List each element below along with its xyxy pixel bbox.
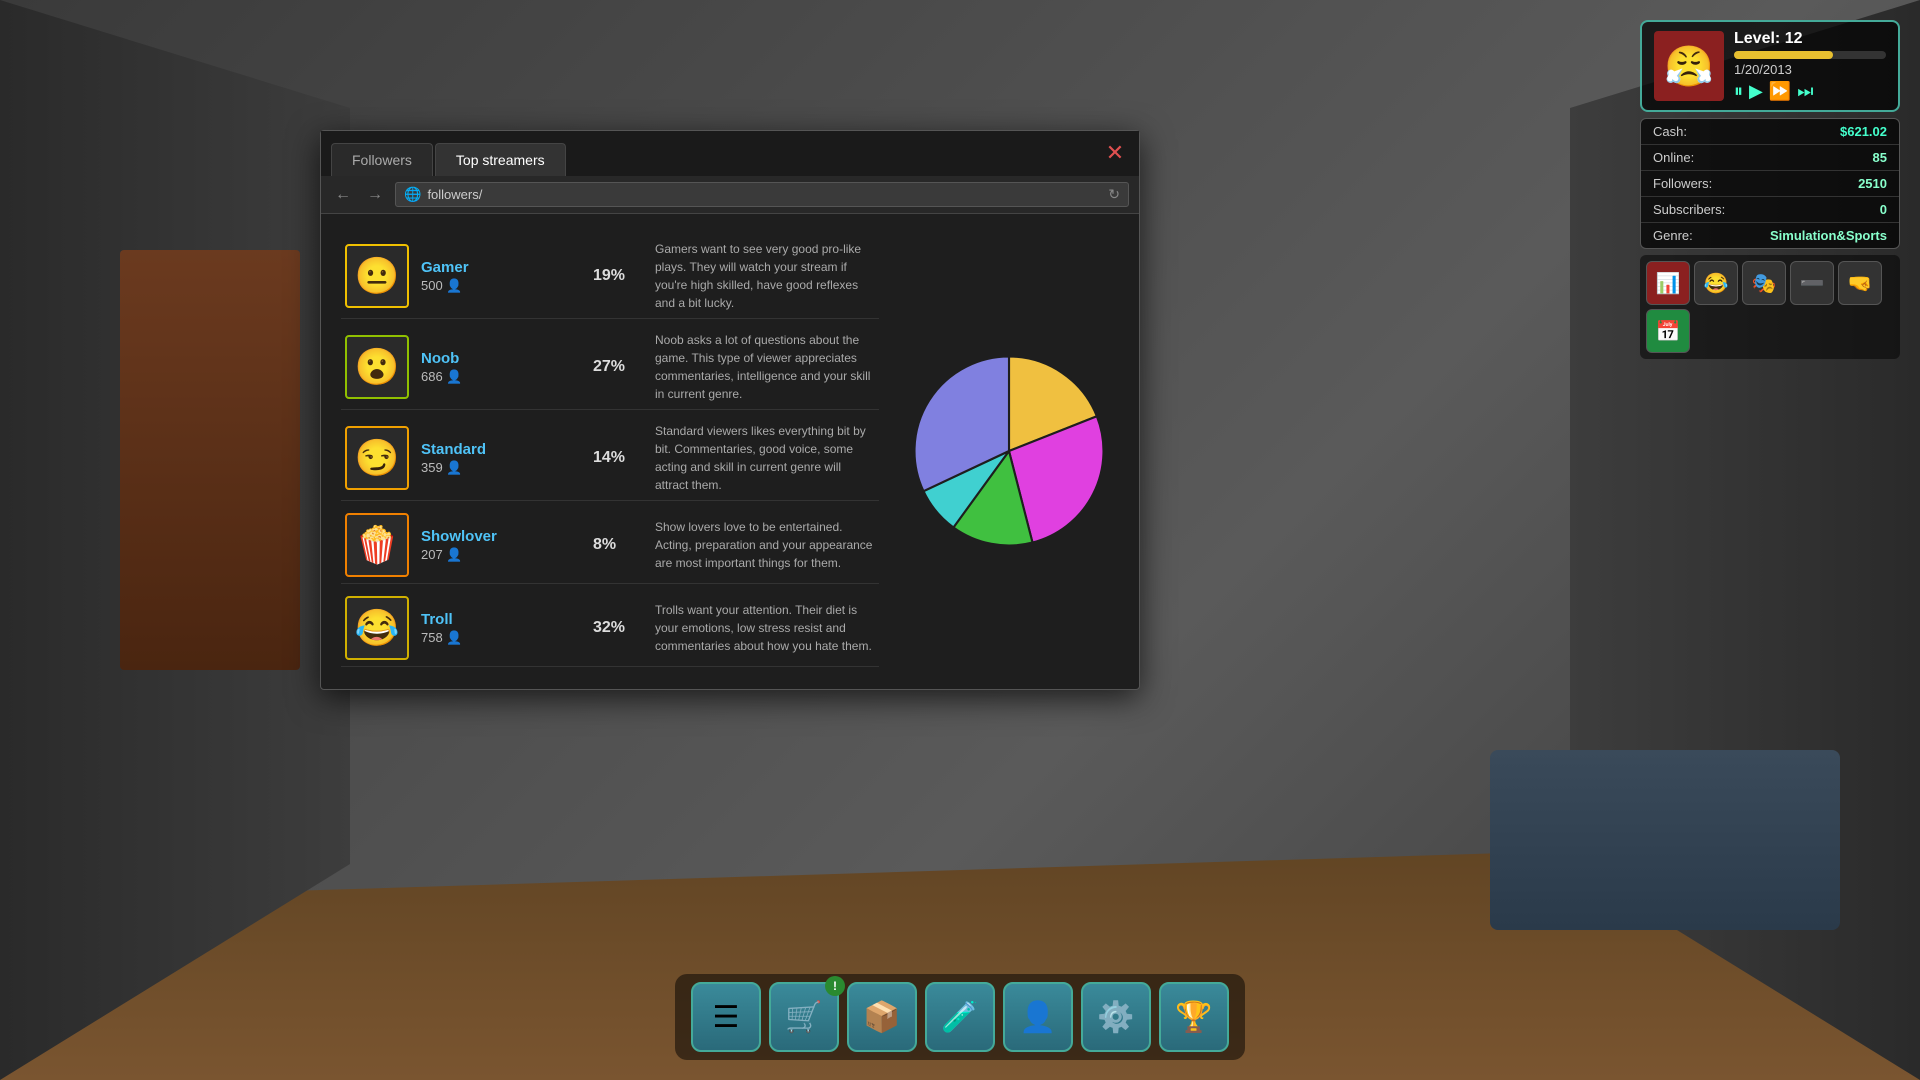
player-info: Level: 12 1/20/2013 ⏸ ▶ ⏩ ⏭: [1734, 30, 1886, 102]
genre-value: Simulation&Sports: [1770, 228, 1887, 243]
player-avatar-emoji: 😤: [1664, 43, 1714, 90]
follower-pct-troll: 32%: [593, 619, 643, 637]
follower-avatar-standard: 😏: [345, 426, 409, 490]
follower-info-noob: Noob 686 👤: [421, 350, 581, 385]
follower-item-gamer: 😐 Gamer 500 👤 19% Gamers want to see ver…: [341, 234, 879, 319]
follower-item-showlover: 🍿 Showlover 207 👤 8% Show lovers love to…: [341, 507, 879, 584]
online-value: 85: [1873, 150, 1887, 165]
hud-tool-minus[interactable]: ➖: [1790, 261, 1834, 305]
follower-count-gamer: 500 👤: [421, 278, 581, 294]
pie-chart-container: [899, 234, 1119, 667]
follower-info-showlover: Showlover 207 👤: [421, 528, 581, 563]
globe-icon: 🌐: [404, 186, 421, 203]
player-card: 😤 Level: 12 1/20/2013 ⏸ ▶ ⏩ ⏭: [1640, 20, 1900, 112]
follower-avatar-gamer: 😐: [345, 244, 409, 308]
refresh-button[interactable]: ↻: [1108, 186, 1120, 203]
follower-desc-showlover: Show lovers love to be entertained. Acti…: [655, 518, 875, 572]
follower-count-standard: 359 👤: [421, 460, 581, 476]
hud-toolbar: 📊😂🎭➖🤜 📅: [1640, 255, 1900, 359]
follower-avatar-troll: 😂: [345, 596, 409, 660]
follower-pct-showlover: 8%: [593, 536, 643, 554]
stat-subscribers: Subscribers: 0: [1641, 197, 1899, 223]
main-dialog: Followers Top streamers ✕ ← → 🌐 follower…: [320, 130, 1140, 690]
hud-tool-chart[interactable]: 📊: [1646, 261, 1690, 305]
wardrobe: [120, 250, 300, 670]
player-controls: ⏸ ▶ ⏩ ⏭: [1734, 81, 1886, 102]
follower-count-noob: 686 👤: [421, 369, 581, 385]
player-avatar: 😤: [1654, 31, 1724, 101]
follower-info-standard: Standard 359 👤: [421, 441, 581, 476]
bottom-btn-lab[interactable]: 🧪: [925, 982, 995, 1052]
follower-desc-standard: Standard viewers likes everything bit by…: [655, 422, 875, 494]
subscribers-value: 0: [1880, 202, 1887, 217]
follower-name-troll: Troll: [421, 611, 581, 628]
pause-button[interactable]: ⏸: [1734, 81, 1743, 102]
stat-genre: Genre: Simulation&Sports: [1641, 223, 1899, 248]
forward-button[interactable]: →: [363, 183, 387, 207]
follower-desc-troll: Trolls want your attention. Their diet i…: [655, 601, 875, 655]
follower-count-showlover: 207 👤: [421, 547, 581, 563]
follower-name-noob: Noob: [421, 350, 581, 367]
follower-avatar-showlover: 🍿: [345, 513, 409, 577]
content-area: 😐 Gamer 500 👤 19% Gamers want to see ver…: [321, 214, 1139, 687]
skip-button[interactable]: ⏭: [1797, 81, 1813, 102]
couch: [1490, 750, 1840, 930]
followers-value: 2510: [1858, 176, 1887, 191]
bottom-btn-list[interactable]: ☰: [691, 982, 761, 1052]
close-button[interactable]: ✕: [1101, 139, 1129, 167]
pie-chart: [904, 346, 1114, 556]
follower-desc-gamer: Gamers want to see very good pro-like pl…: [655, 240, 875, 312]
play-button[interactable]: ▶: [1749, 81, 1763, 102]
bottom-btn-person[interactable]: 👤: [1003, 982, 1073, 1052]
follower-name-showlover: Showlover: [421, 528, 581, 545]
hud-panel: 😤 Level: 12 1/20/2013 ⏸ ▶ ⏩ ⏭ Cash: $621…: [1640, 20, 1900, 359]
cash-value: $621.02: [1840, 124, 1887, 139]
stat-online: Online: 85: [1641, 145, 1899, 171]
cash-label: Cash:: [1653, 124, 1687, 139]
tab-followers[interactable]: Followers: [331, 143, 433, 176]
follower-name-gamer: Gamer: [421, 259, 581, 276]
stat-cash: Cash: $621.02: [1641, 119, 1899, 145]
genre-label: Genre:: [1653, 228, 1693, 243]
follower-pct-standard: 14%: [593, 449, 643, 467]
bottom-btn-shop[interactable]: 🛒!: [769, 982, 839, 1052]
follower-avatar-noob: 😮: [345, 335, 409, 399]
follower-item-troll: 😂 Troll 758 👤 32% Trolls want your atten…: [341, 590, 879, 667]
follower-desc-noob: Noob asks a lot of questions about the g…: [655, 331, 875, 403]
player-level: Level: 12: [1734, 30, 1886, 48]
url-bar: 🌐 followers/ ↻: [395, 182, 1129, 207]
bottom-btn-trophy[interactable]: 🏆: [1159, 982, 1229, 1052]
hud-tool-meme[interactable]: 😂: [1694, 261, 1738, 305]
bottom-btn-gear[interactable]: ⚙️: [1081, 982, 1151, 1052]
followers-label: Followers:: [1653, 176, 1712, 191]
fast-forward-button[interactable]: ⏩: [1769, 81, 1791, 102]
xp-bar-fill: [1734, 51, 1833, 59]
tab-bar: Followers Top streamers ✕: [321, 131, 1139, 176]
subscribers-label: Subscribers:: [1653, 202, 1725, 217]
url-text: followers/: [427, 187, 1102, 202]
bottom-btn-item[interactable]: 📦: [847, 982, 917, 1052]
bottom-btn-shop-badge: !: [825, 976, 845, 996]
xp-bar-background: [1734, 51, 1886, 59]
address-bar: ← → 🌐 followers/ ↻: [321, 176, 1139, 214]
hud-tool-hands[interactable]: 🤜: [1838, 261, 1882, 305]
tab-top-streamers[interactable]: Top streamers: [435, 143, 566, 176]
hud-tool-calendar[interactable]: 📅: [1646, 309, 1690, 353]
follower-info-troll: Troll 758 👤: [421, 611, 581, 646]
follower-count-troll: 758 👤: [421, 630, 581, 646]
bottom-toolbar: ☰🛒!📦🧪👤⚙️🏆: [675, 974, 1245, 1060]
follower-pct-noob: 27%: [593, 358, 643, 376]
stats-panel: Cash: $621.02 Online: 85 Followers: 2510…: [1640, 118, 1900, 249]
follower-info-gamer: Gamer 500 👤: [421, 259, 581, 294]
follower-item-noob: 😮 Noob 686 👤 27% Noob asks a lot of ques…: [341, 325, 879, 410]
player-date: 1/20/2013: [1734, 62, 1886, 77]
online-label: Online:: [1653, 150, 1694, 165]
follower-list: 😐 Gamer 500 👤 19% Gamers want to see ver…: [341, 234, 879, 667]
follower-name-standard: Standard: [421, 441, 581, 458]
follower-pct-gamer: 19%: [593, 267, 643, 285]
hud-tool-mask[interactable]: 🎭: [1742, 261, 1786, 305]
stat-followers: Followers: 2510: [1641, 171, 1899, 197]
follower-item-standard: 😏 Standard 359 👤 14% Standard viewers li…: [341, 416, 879, 501]
back-button[interactable]: ←: [331, 183, 355, 207]
